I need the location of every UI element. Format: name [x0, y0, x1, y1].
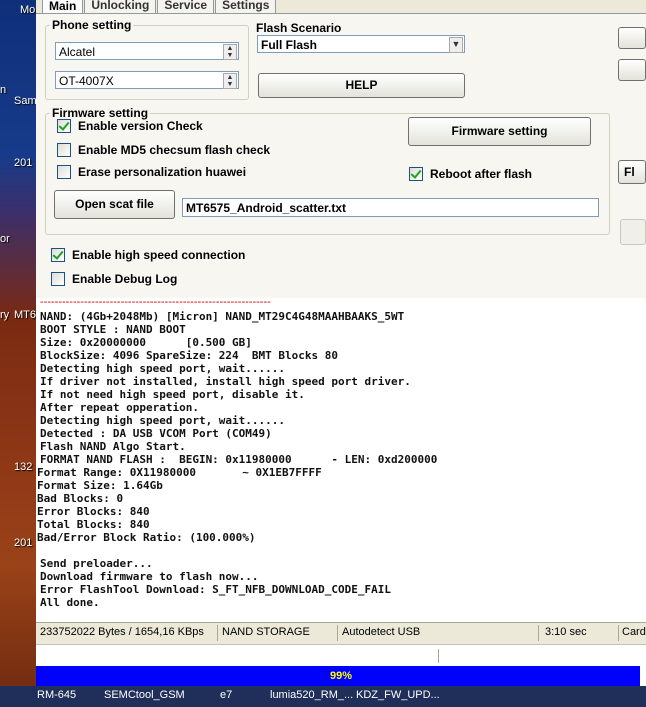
- progress-bar: 99%: [36, 666, 646, 686]
- log-line: Error FlashTool Download: S_FT_NFB_DOWNL…: [40, 583, 391, 596]
- status-divider: [618, 625, 619, 641]
- enable-debug-log-label: Enable Debug Log: [72, 272, 178, 286]
- flash-scenario-label: Flash Scenario: [256, 21, 342, 35]
- firmware-setting-legend: Firmware setting: [52, 106, 149, 120]
- log-line: If not need high speed port, disable it.: [40, 388, 305, 401]
- log-line: All done.: [40, 596, 100, 609]
- log-line: Format Size: 1.64Gb: [37, 479, 163, 492]
- right-button-3[interactable]: [620, 219, 646, 245]
- scatter-file-field[interactable]: MT6575_Android_scatter.txt: [182, 198, 599, 217]
- log-line: Error Blocks: 840: [37, 505, 150, 518]
- log-line: Size: 0x20000000 [0.500 GB]: [40, 336, 252, 349]
- status-divider: [337, 625, 338, 641]
- checkbox-checked-icon[interactable]: [57, 119, 71, 133]
- log-line: Detected : DA USB VCOM Port (COM49): [40, 427, 272, 440]
- status-divider: [217, 625, 218, 641]
- log-line: Bad Blocks: 0: [37, 492, 124, 505]
- log-line: If driver not installed, install high sp…: [40, 375, 411, 388]
- help-button[interactable]: HELP: [258, 73, 465, 98]
- taskbar-item[interactable]: KDZ_FW_UPD...: [356, 689, 440, 701]
- reboot-after-flash-label: Reboot after flash: [430, 167, 533, 181]
- up-down-arrows-icon[interactable]: ▲ ▼: [223, 44, 237, 60]
- enable-high-speed-label: Enable high speed connection: [72, 248, 246, 262]
- log-line: Total Blocks: 840: [37, 518, 150, 531]
- enable-version-check-checkbox[interactable]: Enable version Check: [57, 119, 203, 133]
- erase-personalization-label: Erase personalization huawei: [78, 165, 247, 179]
- tab-settings[interactable]: Settings: [215, 0, 277, 13]
- right-button-2[interactable]: [618, 59, 646, 81]
- reboot-after-flash-checkbox[interactable]: Reboot after flash: [409, 167, 532, 181]
- desktop-icon-label: or: [0, 233, 10, 245]
- log-line: Flash NAND Algo Start.: [40, 440, 186, 453]
- checkbox-unchecked-icon[interactable]: [57, 165, 71, 179]
- status-bar: 233752022 Bytes / 1654,16 KBps NAND STOR…: [36, 622, 646, 643]
- log-line: NAND: (4Gb+2048Mb) [Micron] NAND_MT29C4G…: [40, 310, 405, 323]
- flash-scenario-select[interactable]: Full Flash ▼: [257, 35, 465, 53]
- log-line: Download firmware to flash now...: [40, 570, 259, 583]
- tab-service[interactable]: Service: [157, 0, 215, 13]
- taskbar-item[interactable]: e7: [220, 689, 232, 701]
- phone-setting-legend: Phone setting: [52, 18, 132, 32]
- taskbar-item[interactable]: RM-645: [37, 689, 76, 701]
- log-line: BlockSize: 4096 SpareSize: 224 BMT Block…: [40, 349, 339, 362]
- open-scat-file-button[interactable]: Open scat file: [54, 190, 175, 219]
- checkbox-unchecked-icon[interactable]: [51, 272, 65, 286]
- checkbox-unchecked-icon[interactable]: [57, 143, 71, 157]
- log-line: After repeat opperation.: [40, 401, 199, 414]
- log-line: Send preloader...: [40, 557, 153, 570]
- enable-debug-log-checkbox[interactable]: Enable Debug Log: [51, 272, 177, 286]
- tab-unlocking[interactable]: Unlocking: [84, 0, 157, 13]
- status-port: Autodetect USB: [342, 626, 421, 638]
- brand-value: Alcatel: [59, 45, 96, 59]
- status-storage: NAND STORAGE: [222, 626, 310, 638]
- secondary-progress: [36, 644, 646, 667]
- right-button-1[interactable]: [618, 27, 646, 49]
- checkbox-checked-icon[interactable]: [409, 167, 423, 181]
- log-line: Bad/Error Block Ratio: (100.000%): [37, 531, 256, 544]
- up-down-arrows-icon[interactable]: ▲ ▼: [223, 73, 237, 89]
- flash-tool-window: Main Unlocking Service Settings Phone se…: [36, 0, 646, 690]
- brand-select[interactable]: Alcatel ▲ ▼: [55, 42, 239, 60]
- progress-divider: [438, 649, 439, 663]
- log-line: FORMAT NAND FLASH : BEGIN: 0x11980000 - …: [40, 453, 438, 466]
- log-line: Format Range: 0X11980000 ~ 0X1EB7FFFF: [37, 466, 322, 479]
- tab-bar: Main Unlocking Service Settings: [42, 0, 277, 13]
- checkbox-checked-icon[interactable]: [51, 248, 65, 262]
- enable-md5-label: Enable MD5 checsum flash check: [78, 143, 271, 157]
- main-tab-panel: Phone setting Alcatel ▲ ▼ OT-4007X ▲ ▼ Fla…: [36, 13, 646, 299]
- status-card: Card: [622, 626, 646, 638]
- taskbar: RM-645 SEMCtool_GSM e7 lumia520_RM_... K…: [0, 686, 646, 707]
- firmware-setting-button[interactable]: Firmware setting: [408, 117, 591, 146]
- taskbar-item[interactable]: lumia520_RM_...: [270, 689, 353, 701]
- flash-scenario-value: Full Flash: [261, 38, 318, 52]
- model-value: OT-4007X: [59, 74, 114, 88]
- status-transfer: 233752022 Bytes / 1654,16 KBps: [40, 626, 204, 638]
- right-flash-button[interactable]: Fl: [618, 160, 646, 184]
- enable-version-check-label: Enable version Check: [78, 119, 203, 133]
- log-separator: ----------------------------------------…: [40, 298, 271, 308]
- chevron-down-icon[interactable]: ▼: [449, 37, 463, 53]
- log-output: ----------------------------------------…: [36, 298, 646, 622]
- enable-high-speed-checkbox[interactable]: Enable high speed connection: [51, 248, 245, 262]
- taskbar-item[interactable]: SEMCtool_GSM: [104, 689, 185, 701]
- erase-personalization-checkbox[interactable]: Erase personalization huawei: [57, 165, 246, 179]
- status-divider: [538, 625, 539, 641]
- log-line: Detecting high speed port, wait......: [40, 414, 286, 427]
- log-line: BOOT STYLE : NAND BOOT: [40, 323, 186, 336]
- enable-md5-checkbox[interactable]: Enable MD5 checsum flash check: [57, 143, 270, 157]
- tab-main[interactable]: Main: [42, 0, 84, 13]
- log-line: Detecting high speed port, wait......: [40, 362, 286, 375]
- progress-label: 99%: [329, 670, 353, 682]
- model-select[interactable]: OT-4007X ▲ ▼: [55, 71, 239, 89]
- status-time: 3:10 sec: [545, 626, 587, 638]
